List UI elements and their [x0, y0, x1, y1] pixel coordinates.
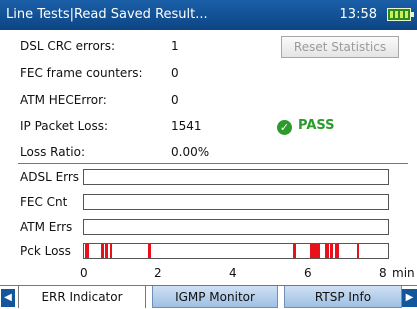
stat-value-loss-ratio: 0.00%	[171, 145, 210, 159]
loss-event-mark	[147, 244, 151, 258]
tab-igmp-monitor[interactable]: IGMP Monitor	[152, 286, 278, 308]
loss-event-mark	[356, 244, 360, 258]
loss-event-mark	[293, 244, 296, 258]
stat-value-fec-frame: 0	[171, 66, 179, 80]
tab-bar: ◀ ERR Indicator IGMP Monitor RTSP Info ▶	[0, 285, 417, 309]
clock: 13:58	[339, 7, 377, 22]
stat-value-ip-loss: 1541	[171, 119, 202, 133]
stat-label-dsl-crc: DSL CRC errors:	[20, 39, 116, 53]
track-atm-errs	[83, 219, 389, 235]
x-tick-6: 6	[304, 266, 312, 280]
stat-label-fec-frame: FEC frame counters:	[20, 66, 143, 80]
row-label-adsl-errs: ADSL Errs	[20, 170, 80, 184]
tab-rtsp-info[interactable]: RTSP Info	[284, 286, 402, 308]
loss-event-mark	[101, 244, 104, 258]
x-unit-label: min	[392, 266, 415, 280]
row-label-fec-cnt: FEC Cnt	[20, 195, 68, 209]
divider	[18, 163, 408, 164]
stat-label-loss-ratio: Loss Ratio:	[20, 145, 85, 159]
stat-value-dsl-crc: 1	[171, 39, 179, 53]
loss-event-mark	[104, 244, 108, 258]
track-fec-cnt	[83, 194, 389, 210]
loss-event-mark	[309, 244, 321, 258]
reset-statistics-button[interactable]: Reset Statistics	[281, 36, 399, 58]
stat-label-atm-hec: ATM HECError:	[20, 93, 107, 107]
battery-icon	[387, 8, 414, 21]
stat-value-atm-hec: 0	[171, 93, 179, 107]
row-label-atm-errs: ATM Errs	[20, 220, 73, 234]
status-text: PASS	[298, 118, 335, 133]
status-badge: ✓ PASS	[277, 117, 335, 135]
x-tick-2: 2	[154, 266, 162, 280]
track-pck-loss	[83, 243, 389, 259]
loss-event-mark	[324, 244, 330, 258]
tab-scroll-right-icon[interactable]: ▶	[402, 289, 417, 307]
loss-event-mark	[109, 244, 113, 258]
loss-event-mark	[334, 244, 339, 258]
track-adsl-errs	[83, 169, 389, 185]
tab-err-indicator[interactable]: ERR Indicator	[18, 286, 146, 308]
x-tick-0: 0	[80, 266, 88, 280]
loss-event-mark	[330, 244, 333, 258]
check-circle-icon: ✓	[277, 120, 292, 135]
stat-label-ip-loss: IP Packet Loss:	[20, 119, 109, 133]
x-tick-4: 4	[229, 266, 237, 280]
row-label-pck-loss: Pck Loss	[20, 244, 71, 258]
loss-event-mark	[84, 244, 89, 258]
tab-scroll-left-icon[interactable]: ◀	[1, 289, 15, 307]
title-bar: Line Tests|Read Saved Result... 13:58	[0, 0, 417, 30]
x-tick-8: 8	[379, 266, 387, 280]
window-title: Line Tests|Read Saved Result...	[6, 7, 208, 22]
